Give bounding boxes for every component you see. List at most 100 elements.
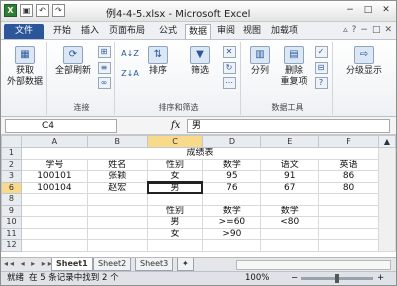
cell[interactable] <box>318 216 379 229</box>
save-icon[interactable]: ▣ <box>20 4 33 17</box>
ribbon-restore-icon[interactable]: □ <box>372 25 381 35</box>
scroll-up-icon[interactable]: ▲ <box>377 135 396 148</box>
cell[interactable]: 学号 <box>20 158 88 171</box>
name-box[interactable]: C4 <box>5 119 117 133</box>
worksheet-grid[interactable]: A B C D E F ▲ 1 成绩表 2 学号 姓名 性别 数学 语文 英语 <box>1 135 396 257</box>
zoom-out-button[interactable]: − <box>291 272 298 285</box>
row-header[interactable]: 3 <box>1 170 22 183</box>
text-to-columns-button[interactable]: ▥ 分列 <box>245 46 275 77</box>
cell[interactable]: 女 <box>146 170 204 183</box>
row-header[interactable]: 11 <box>1 227 22 240</box>
row-header[interactable]: 2 <box>1 158 22 171</box>
tab-formulas[interactable]: 公式 <box>159 24 177 39</box>
select-all-corner[interactable] <box>1 135 22 148</box>
active-cell[interactable]: 男 <box>146 181 204 194</box>
column-header-b[interactable]: B <box>86 135 148 148</box>
redo-icon[interactable]: ↷ <box>52 4 65 17</box>
formula-input[interactable]: 男 <box>187 119 390 133</box>
what-if-icon[interactable]: ? <box>314 76 328 89</box>
row-header[interactable]: 6 <box>1 181 22 194</box>
fx-icon[interactable]: fx <box>171 120 180 131</box>
close-button[interactable]: ✕ <box>379 4 393 17</box>
tab-data[interactable]: 数据 <box>185 24 212 39</box>
cell[interactable] <box>202 193 262 206</box>
cell[interactable]: 张颖 <box>86 170 148 183</box>
tab-addins[interactable]: 加载项 <box>271 24 298 39</box>
properties-icon[interactable]: ≡ <box>97 61 111 74</box>
insert-sheet-icon[interactable]: ✦ <box>177 258 194 271</box>
zoom-level[interactable]: 100% <box>245 272 269 285</box>
tab-insert[interactable]: 插入 <box>81 24 99 39</box>
cell[interactable]: 姓名 <box>86 158 148 171</box>
cell[interactable] <box>146 193 204 206</box>
column-header-c[interactable]: C <box>146 135 204 148</box>
cell[interactable]: <80 <box>260 216 320 229</box>
cell[interactable]: 91 <box>260 170 320 183</box>
advanced-icon[interactable]: ⋯ <box>222 76 236 89</box>
ribbon-minimize-icon[interactable]: − <box>360 25 368 35</box>
cell[interactable]: 100104 <box>20 181 88 194</box>
column-header-d[interactable]: D <box>202 135 262 148</box>
sort-desc-button[interactable]: Z↓A <box>121 68 139 79</box>
cell[interactable] <box>260 239 320 252</box>
clear-icon[interactable]: ✕ <box>222 46 236 58</box>
tab-view[interactable]: 视图 <box>243 24 261 39</box>
remove-duplicates-button[interactable]: ▤ 删除 重复项 <box>277 46 311 88</box>
ribbon-close-icon[interactable]: ✕ <box>384 25 392 35</box>
consolidate-icon[interactable]: ⊟ <box>314 61 328 74</box>
cell[interactable]: 数学 <box>260 204 320 217</box>
cell[interactable] <box>318 227 379 240</box>
cell[interactable] <box>86 216 148 229</box>
data-validation-icon[interactable]: ✓ <box>314 46 328 58</box>
column-header-a[interactable]: A <box>20 135 88 148</box>
cell[interactable]: 数学 <box>202 204 262 217</box>
edit-links-icon[interactable]: ∞ <box>97 76 111 89</box>
help-icon[interactable]: ? <box>352 25 357 35</box>
minimize-button[interactable]: − <box>343 4 357 17</box>
minimize-ribbon-icon[interactable]: ▵ <box>343 25 348 35</box>
cell[interactable]: >90 <box>202 227 262 240</box>
cell[interactable]: 英语 <box>318 158 379 171</box>
cell[interactable] <box>318 239 379 252</box>
cell[interactable] <box>20 216 88 229</box>
undo-icon[interactable]: ↶ <box>36 4 49 17</box>
vscroll-track[interactable] <box>377 147 396 252</box>
cell[interactable] <box>260 227 320 240</box>
sort-asc-button[interactable]: A↓Z <box>121 48 139 59</box>
cell[interactable] <box>20 204 88 217</box>
cell[interactable]: 女 <box>146 227 204 240</box>
row-header[interactable]: 9 <box>1 204 22 217</box>
cell[interactable]: 赵宏 <box>86 181 148 194</box>
sheet-tab-3[interactable]: Sheet3 <box>135 258 174 271</box>
zoom-in-button[interactable]: + <box>377 272 384 285</box>
outline-button[interactable]: ⇨ 分级显示 <box>339 46 389 77</box>
cell[interactable] <box>260 193 320 206</box>
row-header[interactable]: 8 <box>1 193 22 206</box>
cell[interactable]: 100101 <box>20 170 88 183</box>
cell[interactable] <box>20 239 88 252</box>
tab-home[interactable]: 开始 <box>53 24 71 39</box>
cell[interactable]: 语文 <box>260 158 320 171</box>
cell[interactable] <box>86 227 148 240</box>
connections-icon[interactable]: ⊞ <box>97 46 111 58</box>
cell[interactable]: 男 <box>146 216 204 229</box>
row-header[interactable]: 1 <box>1 147 22 160</box>
reapply-icon[interactable]: ↻ <box>222 61 236 74</box>
tab-page-layout[interactable]: 页面布局 <box>109 24 145 39</box>
sheet-tab-2[interactable]: Sheet2 <box>93 258 132 271</box>
cell[interactable] <box>86 204 148 217</box>
restore-button[interactable]: □ <box>361 4 375 17</box>
cell[interactable]: 性别 <box>146 204 204 217</box>
row-header[interactable]: 10 <box>1 216 22 229</box>
column-header-e[interactable]: E <box>260 135 320 148</box>
tab-file[interactable]: 文件 <box>4 24 44 39</box>
zoom-slider-knob[interactable] <box>335 274 339 283</box>
sheet-nav-arrows[interactable]: ◂◂ ◂ ▸ ▸▸ <box>4 259 54 268</box>
zoom-slider[interactable] <box>301 274 373 283</box>
cell[interactable] <box>202 239 262 252</box>
tab-review[interactable]: 审阅 <box>217 24 235 39</box>
cell[interactable]: 86 <box>318 170 379 183</box>
cell[interactable] <box>20 193 88 206</box>
cell[interactable] <box>20 227 88 240</box>
title-cell[interactable]: 成绩表 <box>20 147 379 160</box>
